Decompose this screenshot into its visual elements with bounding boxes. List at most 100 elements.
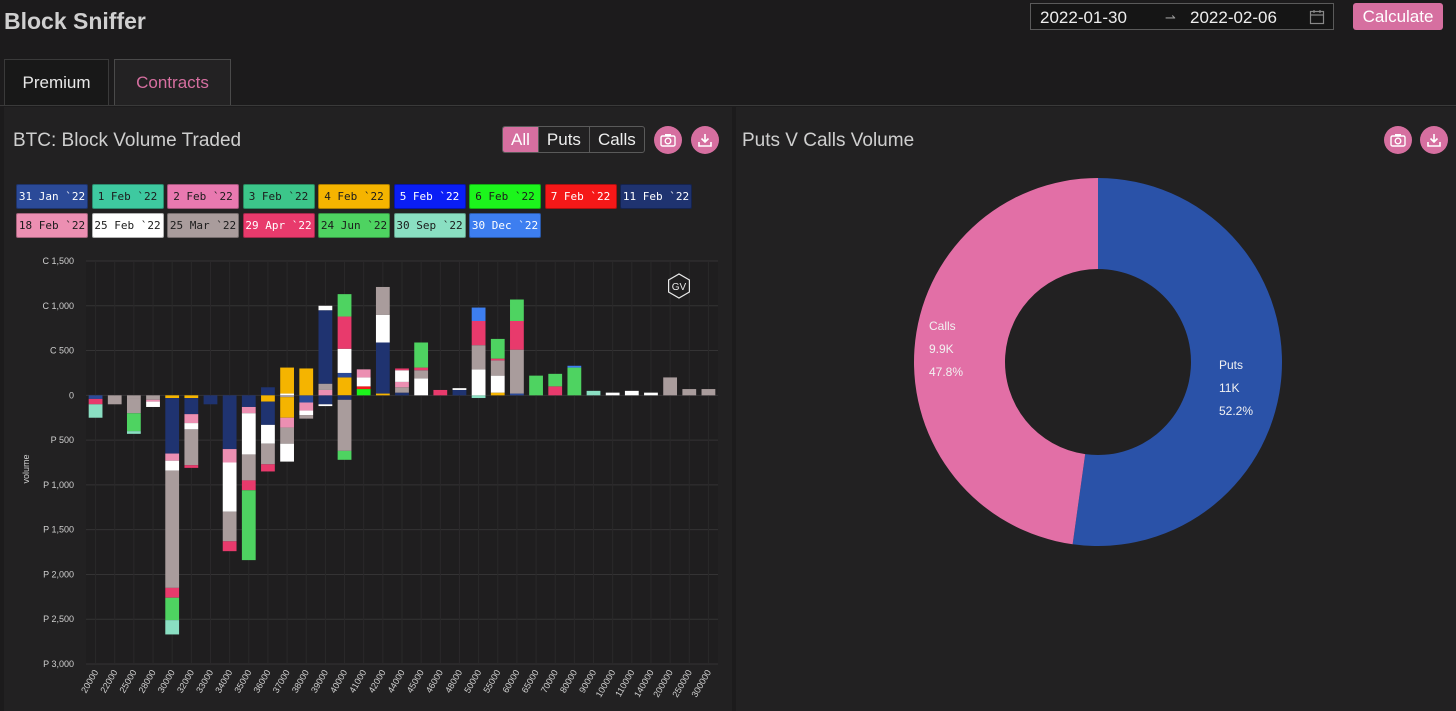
bar-segment[interactable] [184,465,199,468]
calendar-icon[interactable] [1309,9,1325,25]
bar-segment[interactable] [586,390,601,396]
bar-segment[interactable] [567,365,582,368]
bar-segment[interactable] [146,401,160,407]
date-start-input[interactable]: 2022-01-30 [1040,8,1127,28]
bar-segment[interactable] [663,377,678,396]
bar-segment[interactable] [280,393,294,396]
date-range-picker[interactable]: 2022-01-30 ⇀ 2022-02-06 [1030,3,1334,30]
bar-segment[interactable] [395,392,409,396]
bar-segment[interactable] [337,294,352,317]
bar-segment[interactable] [356,377,371,387]
bar-segment[interactable] [414,370,429,379]
bar-segment[interactable] [375,342,390,394]
bar-segment[interactable] [222,462,237,512]
bar-segment[interactable] [280,367,294,394]
date-end-input[interactable]: 2022-02-06 [1190,8,1277,28]
bar-segment[interactable] [395,368,409,371]
bar-segment[interactable] [375,314,390,343]
bar-segment[interactable] [318,310,333,384]
bar-segment[interactable] [146,399,160,402]
bar-segment[interactable] [261,401,275,425]
bar-segment[interactable] [107,395,122,405]
bar-segment[interactable] [222,511,237,542]
bar-segment[interactable] [280,395,294,398]
bar-segment[interactable] [280,397,294,418]
bar-segment[interactable] [375,286,390,315]
bar-segment[interactable] [318,383,333,390]
bar-segment[interactable] [203,395,218,405]
bar-segment[interactable] [337,399,352,451]
bar-segment[interactable] [222,541,237,552]
bar-segment[interactable] [241,480,256,491]
bar-segment[interactable] [241,490,256,561]
bar-segment[interactable] [510,321,524,350]
bar-segment[interactable] [337,348,352,373]
bar-segment[interactable] [375,393,390,396]
bar-segment[interactable] [241,413,256,455]
bar-segment[interactable] [88,398,103,405]
bar-segment[interactable] [261,387,275,396]
bar-segment[interactable] [490,360,505,376]
bar-segment[interactable] [471,307,486,322]
bar-segment[interactable] [299,410,314,416]
bar-segment[interactable] [261,443,275,465]
bar-segment[interactable] [165,395,180,399]
bar-segment[interactable] [299,395,314,403]
bar-segment[interactable] [644,392,658,396]
bar-segment[interactable] [567,367,582,396]
bar-segment[interactable] [299,415,314,419]
bar-segment[interactable] [471,321,486,346]
bar-segment[interactable] [548,386,563,396]
bar-segment[interactable] [241,406,256,414]
bar-segment[interactable] [184,395,199,399]
bar-segment[interactable] [510,299,524,322]
bar-segment[interactable] [184,414,199,424]
bar-segment[interactable] [280,443,294,462]
bar-segment[interactable] [184,398,199,415]
bar-segment[interactable] [701,389,716,396]
bar-segment[interactable] [356,389,371,396]
bar-segment[interactable] [395,387,409,393]
bar-segment[interactable] [261,395,275,402]
bar-segment[interactable] [222,395,237,450]
bar-segment[interactable] [337,377,352,396]
bar-segment[interactable] [126,398,141,414]
bar-segment[interactable] [165,453,180,461]
bar-segment[interactable] [165,398,180,454]
bar-segment[interactable] [165,587,180,598]
bar-segment[interactable] [529,375,543,396]
bar-segment[interactable] [471,369,486,396]
donut-slice-puts[interactable] [1072,178,1282,546]
bar-segment[interactable] [414,367,429,371]
bar-segment[interactable] [241,454,256,481]
bar-segment[interactable] [299,368,314,396]
bar-segment[interactable] [165,597,180,621]
bar-segment[interactable] [165,620,180,635]
bar-segment[interactable] [222,449,237,463]
bar-segment[interactable] [126,395,141,399]
bar-segment[interactable] [624,390,639,396]
bar-segment[interactable] [261,464,275,472]
bar-segment[interactable] [337,450,352,460]
bar-segment[interactable] [318,305,333,311]
bar-segment[interactable] [490,338,505,359]
bar-segment[interactable] [490,392,505,396]
bar-segment[interactable] [88,395,103,399]
bar-segment[interactable] [490,358,505,361]
tab-contracts[interactable]: Contracts [114,59,231,106]
bar-segment[interactable] [452,388,467,390]
bar-segment[interactable] [318,404,333,407]
bar-segment[interactable] [241,395,256,407]
bar-segment[interactable] [395,381,409,388]
bar-segment[interactable] [471,395,486,399]
bar-segment[interactable] [356,386,371,390]
bar-segment[interactable] [395,370,409,382]
bar-segment[interactable] [337,316,352,349]
bar-segment[interactable] [682,389,697,396]
bar-segment[interactable] [548,373,563,387]
bar-segment[interactable] [184,429,199,466]
bar-segment[interactable] [471,345,486,370]
bar-segment[interactable] [318,389,333,396]
bar-segment[interactable] [337,395,352,400]
bar-segment[interactable] [126,413,141,432]
